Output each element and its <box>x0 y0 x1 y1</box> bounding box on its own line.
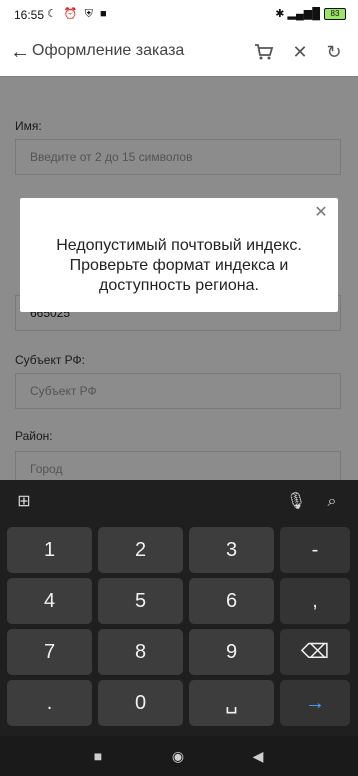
page-title: Оформление заказа <box>32 42 185 59</box>
back-arrow-icon[interactable]: ← <box>8 38 32 66</box>
key-comma[interactable]: , <box>280 578 350 624</box>
android-navbar: ■ ◉ ◀ <box>0 736 358 776</box>
key-8[interactable]: 8 <box>98 629 183 675</box>
signal-icon: ✱ ▂▄▆█ <box>275 8 320 20</box>
key-1[interactable]: 1 <box>7 527 92 573</box>
status-left-icons: ☾ ⏰ ⛨ ■ <box>47 8 109 20</box>
microphone-icon[interactable]: 🎙 <box>284 490 308 514</box>
space-key[interactable]: ␣ <box>189 680 274 726</box>
close-icon[interactable]: ✕ <box>286 38 314 66</box>
numeric-keyboard: ⊞ 🎙 ⌕ 1 2 3 - 4 5 6 , 7 8 9 ⌫ . 0 ␣ → <box>0 480 358 736</box>
battery-icon: 83 <box>324 7 346 20</box>
backspace-key[interactable]: ⌫ <box>280 629 350 675</box>
refresh-icon[interactable]: ↻ <box>320 38 348 66</box>
key-minus[interactable]: - <box>280 527 350 573</box>
error-dialog: ✕ Недопустимый почтовый индекс. Проверьт… <box>20 198 338 312</box>
close-icon[interactable]: ✕ <box>312 204 330 222</box>
key-dot[interactable]: . <box>7 680 92 726</box>
status-bar: 16:55 ☾ ⏰ ⛨ ■ ✱ ▂▄▆█ 83 <box>0 0 358 30</box>
key-5[interactable]: 5 <box>98 578 183 624</box>
search-icon[interactable]: ⌕ <box>320 490 344 514</box>
key-7[interactable]: 7 <box>7 629 92 675</box>
home-icon[interactable]: ◉ <box>168 746 188 766</box>
key-9[interactable]: 9 <box>189 629 274 675</box>
top-toolbar: ← Оформление заказа ✕ ↻ <box>0 30 358 77</box>
key-2[interactable]: 2 <box>98 527 183 573</box>
status-time: 16:55 <box>14 8 45 22</box>
status-right-icons: ✱ ▂▄▆█ 83 <box>275 7 346 20</box>
cart-icon[interactable] <box>250 38 278 66</box>
keyboard-toolbar: ⊞ 🎙 ⌕ <box>0 480 358 522</box>
back-icon[interactable]: ◀ <box>248 746 268 766</box>
recents-icon[interactable]: ■ <box>88 746 108 766</box>
grid-icon[interactable]: ⊞ <box>12 490 36 514</box>
key-3[interactable]: 3 <box>189 527 274 573</box>
enter-key[interactable]: → <box>280 680 350 726</box>
key-0[interactable]: 0 <box>98 680 183 726</box>
key-6[interactable]: 6 <box>189 578 274 624</box>
error-message: Недопустимый почтовый индекс. Проверьте … <box>56 237 302 294</box>
key-4[interactable]: 4 <box>7 578 92 624</box>
